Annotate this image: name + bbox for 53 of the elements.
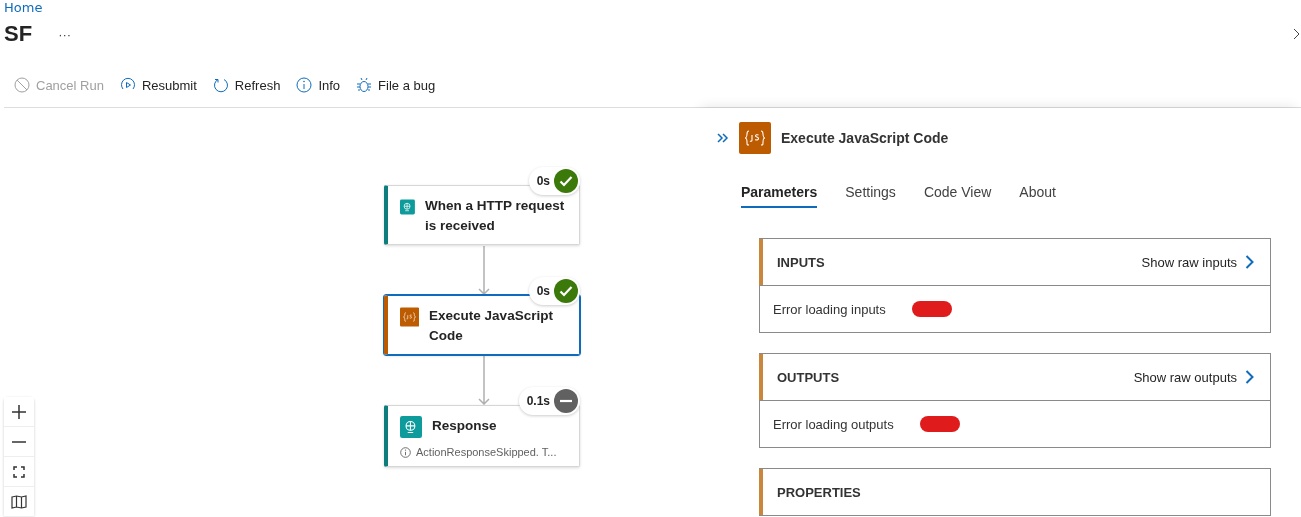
code-braces-icon bbox=[739, 122, 771, 154]
tab[interactable]: Parameters bbox=[741, 184, 818, 208]
status-badge: 0s bbox=[528, 167, 580, 195]
minus-icon bbox=[12, 440, 26, 443]
chevron-right-icon[interactable] bbox=[1293, 28, 1301, 40]
panel-title: Execute JavaScript Code bbox=[781, 130, 949, 146]
workflow-node-card[interactable]: When a HTTP request is received bbox=[384, 185, 580, 245]
plus-icon bbox=[12, 404, 26, 419]
info-icon bbox=[400, 446, 411, 458]
section-title: OUTPUTS bbox=[777, 369, 840, 385]
minimap-button[interactable] bbox=[4, 487, 34, 517]
fit-view-button[interactable] bbox=[4, 457, 34, 487]
fit-view-icon bbox=[13, 465, 25, 478]
map-icon bbox=[11, 494, 27, 509]
node-title: Response bbox=[432, 417, 497, 435]
zoom-out-button[interactable] bbox=[4, 427, 34, 457]
chevron-right-icon bbox=[1245, 255, 1254, 269]
workflow-node-card[interactable]: Execute JavaScript Code bbox=[384, 295, 580, 355]
error-message: Error loading inputs bbox=[773, 301, 886, 317]
workflow-node-card[interactable]: Response ActionResponseSkipped. T... bbox=[384, 405, 580, 467]
toolbar-button[interactable]: Resubmit bbox=[119, 77, 197, 93]
more-button[interactable]: ··· bbox=[54, 26, 76, 42]
connector-arrow bbox=[478, 356, 490, 405]
status-badge: 0s bbox=[528, 277, 580, 305]
chevron-right-icon bbox=[1245, 370, 1254, 384]
tab[interactable]: Settings bbox=[845, 184, 896, 208]
code-braces-icon bbox=[400, 306, 420, 328]
show-raw-link[interactable]: Show raw inputs bbox=[1141, 254, 1254, 270]
globe-icon bbox=[400, 416, 422, 438]
error-message: Error loading outputs bbox=[773, 416, 894, 432]
node-message: ActionResponseSkipped. T... bbox=[400, 446, 569, 458]
collapse-chevrons-icon[interactable] bbox=[717, 133, 729, 143]
tab[interactable]: Code View bbox=[923, 184, 992, 208]
scribble-mark bbox=[919, 416, 960, 432]
tab[interactable]: About bbox=[1019, 184, 1056, 208]
scribble-mark bbox=[911, 301, 952, 317]
toolbar-button[interactable]: Refresh bbox=[212, 77, 281, 93]
breadcrumb-link[interactable]: Home bbox=[4, 0, 43, 15]
bug-icon bbox=[356, 77, 373, 93]
toolbar-button[interactable]: Info bbox=[296, 77, 341, 93]
connector-arrow bbox=[478, 246, 490, 295]
node-title: When a HTTP request is received bbox=[424, 197, 566, 235]
blocked-icon bbox=[14, 77, 30, 93]
show-raw-link[interactable]: Show raw outputs bbox=[1133, 369, 1254, 385]
toolbar-button[interactable]: File a bug bbox=[356, 77, 436, 93]
info-icon bbox=[296, 77, 313, 93]
status-badge: 0.1s bbox=[518, 387, 580, 415]
section-title: INPUTS bbox=[777, 254, 825, 270]
page-title: SF bbox=[4, 21, 33, 47]
refresh-icon bbox=[212, 77, 229, 93]
node-title: Execute JavaScript Code bbox=[429, 307, 554, 345]
section-title: PROPERTIES bbox=[777, 484, 861, 500]
zoom-in-button[interactable] bbox=[4, 397, 34, 427]
